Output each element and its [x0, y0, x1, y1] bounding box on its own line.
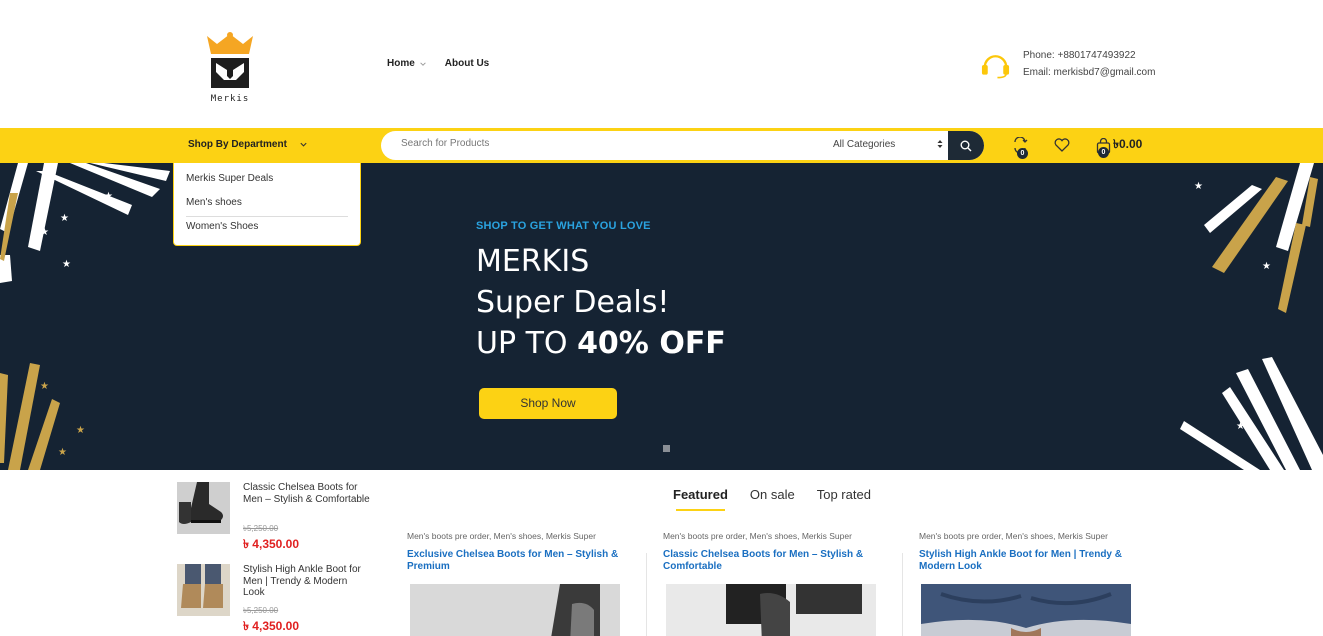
svg-text:★: ★ [60, 213, 69, 224]
svg-text:★: ★ [40, 381, 49, 392]
svg-text:★: ★ [40, 227, 49, 238]
cart-total: ৳0.00 [1113, 137, 1143, 151]
product-categories[interactable]: Men's boots pre order, Men's shoes, Merk… [663, 531, 893, 541]
chevron-down-icon [420, 61, 426, 66]
header-icons: 0 0 ৳0.00 [1012, 136, 1143, 159]
product-categories[interactable]: Men's boots pre order, Men's shoes, Merk… [919, 531, 1149, 541]
nav-about-us[interactable]: About Us [445, 58, 489, 69]
product-thumbnail[interactable] [177, 564, 230, 616]
contact-email: Email: merkisbd7@gmail.com [1023, 67, 1156, 78]
product-name[interactable]: Stylish High Ankle Boot for Men | Trendy… [243, 564, 371, 599]
shop-by-department-button[interactable]: Shop By Department [188, 139, 308, 150]
boot-image [177, 482, 230, 534]
product-old-price: ৳5,250.00 [243, 606, 279, 615]
logo-text: Merkis [210, 94, 250, 104]
svg-text:★: ★ [1270, 365, 1279, 376]
search-icon [960, 140, 972, 151]
department-item-mens-shoes[interactable]: Men's shoes [186, 193, 348, 217]
cart-button[interactable]: 0 ৳0.00 [1096, 136, 1143, 158]
search-button[interactable] [948, 131, 984, 160]
product-old-price: ৳5,250.00 [243, 524, 279, 533]
compare-count-badge: 0 [1017, 148, 1028, 159]
hero-line-1: MERKIS [476, 244, 590, 279]
product-thumbnail[interactable] [177, 482, 230, 534]
chevron-down-icon [300, 142, 307, 147]
select-arrows-icon [937, 140, 943, 148]
svg-text:★: ★ [1194, 181, 1203, 192]
slider-indicator[interactable] [663, 445, 670, 452]
category-select[interactable]: All Categories [833, 139, 943, 150]
hero-line-3-prefix: UP TO [476, 326, 578, 361]
svg-text:★: ★ [1262, 261, 1271, 272]
category-select-value: All Categories [833, 139, 896, 150]
tab-top-rated[interactable]: Top rated [817, 487, 871, 502]
crown-icon [207, 32, 253, 88]
divider [646, 553, 647, 636]
divider [902, 553, 903, 636]
product-image[interactable] [921, 584, 1131, 636]
product-title[interactable]: Stylish High Ankle Boot for Men | Trendy… [919, 549, 1149, 573]
tab-featured[interactable]: Featured [673, 487, 728, 511]
product-image[interactable] [410, 584, 620, 636]
wishlist-button[interactable] [1054, 138, 1072, 154]
product-title[interactable]: Classic Chelsea Boots for Men – Stylish … [663, 549, 893, 573]
logo[interactable]: Merkis [205, 32, 255, 106]
department-dropdown: Merkis Super Deals Men's shoes Women's S… [173, 163, 361, 246]
hero-tagline: SHOP TO GET WHAT YOU LOVE [476, 220, 651, 232]
department-item-super-deals[interactable]: Merkis Super Deals [186, 169, 348, 193]
product-card: Men's boots pre order, Men's shoes, Merk… [407, 531, 637, 636]
hero-line-2: Super Deals! [476, 285, 670, 320]
svg-text:★: ★ [62, 259, 71, 270]
svg-text:★: ★ [1196, 431, 1205, 442]
main-nav: Home About Us [387, 58, 489, 69]
svg-text:★: ★ [1236, 421, 1245, 432]
department-item-womens-shoes[interactable]: Women's Shoes [186, 217, 348, 241]
side-product-list: Classic Chelsea Boots for Men – Stylish … [177, 481, 377, 636]
hero-headline: MERKIS Super Deals! UP TO 40% OFF [476, 241, 726, 364]
product-image[interactable] [666, 584, 876, 636]
svg-text:★: ★ [76, 425, 85, 436]
list-item[interactable]: Classic Chelsea Boots for Men – Stylish … [177, 481, 377, 563]
product-card: Men's boots pre order, Men's shoes, Merk… [919, 531, 1149, 636]
department-label: Shop By Department [188, 139, 287, 150]
site-header: Merkis Home About Us Phone: +88017474939… [0, 0, 1323, 128]
svg-text:★: ★ [104, 191, 113, 202]
cart-count-badge: 0 [1098, 147, 1109, 158]
boot-image [666, 584, 876, 636]
contact-phone: Phone: +8801747493922 [1023, 50, 1136, 61]
tab-on-sale[interactable]: On sale [750, 487, 795, 502]
shop-now-button[interactable]: Shop Now [479, 388, 617, 419]
product-price: ৳ 4,350.00 [243, 619, 300, 633]
hero-discount: 40% OFF [577, 326, 726, 361]
jeans-image [921, 584, 1131, 636]
nav-home[interactable]: Home [387, 58, 427, 69]
nav-about-label: About Us [444, 58, 490, 69]
search-bar: All Categories [381, 131, 984, 160]
boot-image [410, 584, 620, 636]
product-card: Men's boots pre order, Men's shoes, Merk… [663, 531, 893, 636]
nav-home-label: Home [387, 58, 415, 69]
product-tabs: Featured On sale Top rated [673, 487, 871, 511]
product-title[interactable]: Exclusive Chelsea Boots for Men – Stylis… [407, 549, 637, 573]
heart-icon [1054, 138, 1070, 152]
product-name[interactable]: Classic Chelsea Boots for Men – Stylish … [243, 482, 371, 505]
contact-info: Phone: +8801747493922 Email: merkisbd7@g… [980, 47, 1155, 81]
toolbar: Shop By Department All Categories 0 0 ৳0… [0, 128, 1323, 163]
boot-image [177, 564, 230, 616]
headset-icon [981, 55, 1010, 79]
svg-text:★: ★ [58, 447, 67, 458]
search-input[interactable] [401, 138, 801, 149]
product-price: ৳ 4,350.00 [243, 537, 300, 551]
hero-line-3: UP TO 40% OFF [476, 323, 726, 364]
compare-button[interactable]: 0 [1012, 136, 1030, 159]
product-categories[interactable]: Men's boots pre order, Men's shoes, Merk… [407, 531, 637, 541]
list-item[interactable]: Stylish High Ankle Boot for Men | Trendy… [177, 563, 377, 636]
